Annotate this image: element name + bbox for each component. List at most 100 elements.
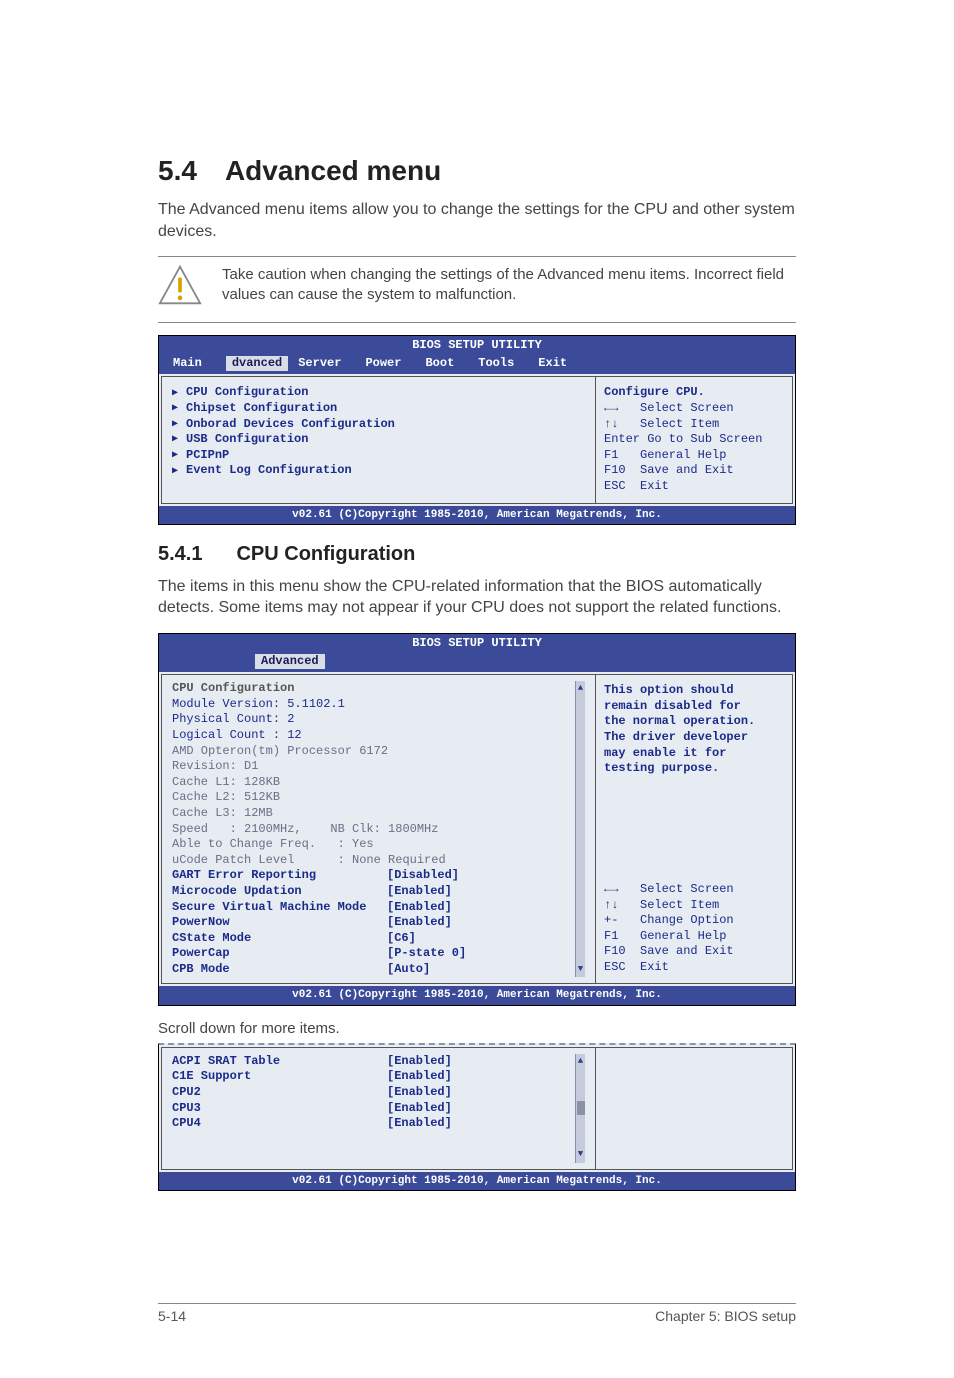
setting-value: [Enabled] xyxy=(387,1054,452,1070)
help-line: the normal operation. xyxy=(604,714,784,730)
menu-item-label: Onborad Devices Configuration xyxy=(186,417,395,433)
menu-item[interactable]: ▶ USB Configuration xyxy=(172,432,585,448)
setting-value: [Enabled] xyxy=(387,884,452,900)
cpu-info-line: Speed : 2100MHz, NB Clk: 1800MHz xyxy=(172,822,575,838)
cpu-info-line: uCode Patch Level : None Required xyxy=(172,853,575,869)
setting-row[interactable]: GART Error Reporting[Disabled] xyxy=(172,868,575,884)
setting-value: [Auto] xyxy=(387,962,430,978)
help-line: This option should xyxy=(604,683,784,699)
nav-key-line: F1 General Help xyxy=(604,448,784,464)
bios-menu-list: ▶ CPU Configuration ▶ Chipset Configuration… xyxy=(161,376,595,503)
tab-main: Main xyxy=(173,356,216,372)
setting-label: GART Error Reporting xyxy=(172,868,387,884)
help-line: remain disabled for xyxy=(604,699,784,715)
caution-text: Take caution when changing the settings … xyxy=(222,263,796,306)
menu-item-label: Event Log Configuration xyxy=(186,463,352,479)
nav-key-line: F1 General Help xyxy=(604,929,784,945)
setting-label: CPU4 xyxy=(172,1116,387,1132)
setting-row[interactable]: ACPI SRAT Table[Enabled] xyxy=(172,1054,575,1070)
setting-label: Microcode Updation xyxy=(172,884,387,900)
bios-footer: v02.61 (C)Copyright 1985-2010, American … xyxy=(159,986,795,1004)
bios-advanced-menu: BIOS SETUP UTILITY MaindvancedServerPowe… xyxy=(158,335,796,525)
help-line: The driver developer xyxy=(604,730,784,746)
scroll-up-icon[interactable]: ▲ xyxy=(578,1056,583,1068)
bios-cpu-panel: CPU ConfigurationModule Version: 5.1102.… xyxy=(161,674,595,984)
tab-tools: Tools xyxy=(478,356,528,372)
setting-value: [Enabled] xyxy=(387,1116,452,1132)
setting-value: [Enabled] xyxy=(387,1085,452,1101)
tab-dvanced: dvanced xyxy=(226,356,288,372)
bios-nav-keys: ←→ Select Screen↑↓ Select Item+- Change … xyxy=(604,882,784,976)
section-number: 5.4 xyxy=(158,155,197,187)
nav-key-line: Enter Go to Sub Screen xyxy=(604,432,784,448)
setting-label: CState Mode xyxy=(172,931,387,947)
cpu-info-line: Revision: D1 xyxy=(172,759,575,775)
caution-note: Take caution when changing the settings … xyxy=(158,256,796,323)
setting-row[interactable]: C1E Support[Enabled] xyxy=(172,1069,575,1085)
menu-item-label: Chipset Configuration xyxy=(186,401,337,417)
subsection-heading: 5.4.1CPU Configuration xyxy=(158,543,796,566)
submenu-icon: ▶ xyxy=(172,387,178,400)
nav-key-line: ESC Exit xyxy=(604,479,784,495)
menu-item-label: USB Configuration xyxy=(186,432,308,448)
scrollbar[interactable]: ▲ ▼ xyxy=(575,1054,585,1163)
nav-key-line: F10 Save and Exit xyxy=(604,463,784,479)
nav-key-line: ←→ Select Screen xyxy=(604,882,784,898)
scroll-down-icon[interactable]: ▼ xyxy=(578,964,583,976)
menu-item[interactable]: ▶ Onborad Devices Configuration xyxy=(172,417,585,433)
help-line: may enable it for xyxy=(604,746,784,762)
setting-value: [Enabled] xyxy=(387,1101,452,1117)
bios-tabs: MaindvancedServerPowerBootToolsExit xyxy=(159,356,795,375)
page-footer: 5-14 Chapter 5: BIOS setup xyxy=(0,1303,954,1324)
setting-row[interactable]: Microcode Updation[Enabled] xyxy=(172,884,575,900)
submenu-icon: ▶ xyxy=(172,402,178,415)
setting-label: CPU2 xyxy=(172,1085,387,1101)
bios-title: BIOS SETUP UTILITY xyxy=(159,634,795,654)
setting-row[interactable]: CState Mode[C6] xyxy=(172,931,575,947)
cpu-info-line: Logical Count : 12 xyxy=(172,728,575,744)
menu-item[interactable]: ▶ CPU Configuration xyxy=(172,385,585,401)
panel-heading: CPU Configuration xyxy=(172,681,575,697)
section-title: Advanced menu xyxy=(225,155,441,186)
submenu-icon: ▶ xyxy=(172,449,178,462)
bios-nav-keys: ←→ Select Screen↑↓ Select ItemEnter Go t… xyxy=(604,401,784,495)
scrollbar[interactable]: ▲ ▼ xyxy=(575,681,585,977)
setting-row[interactable]: PowerNow[Enabled] xyxy=(172,915,575,931)
cpu-info-line: Module Version: 5.1102.1 xyxy=(172,697,575,713)
bios-cpu-config-scrolled: ACPI SRAT Table[Enabled]C1E Support[Enab… xyxy=(158,1043,796,1191)
setting-value: [Enabled] xyxy=(387,915,452,931)
cpu-info-line: Able to Change Freq. : Yes xyxy=(172,837,575,853)
nav-key-line: ESC Exit xyxy=(604,960,784,976)
submenu-icon: ▶ xyxy=(172,465,178,478)
scroll-thumb[interactable] xyxy=(577,1101,585,1115)
menu-item[interactable]: ▶PCIPnP xyxy=(172,448,585,464)
setting-row[interactable]: CPB Mode[Auto] xyxy=(172,962,575,978)
nav-key-line: ←→ Select Screen xyxy=(604,401,784,417)
scroll-down-icon[interactable]: ▼ xyxy=(578,1149,583,1161)
submenu-icon: ▶ xyxy=(172,418,178,431)
setting-value: [P-state 0] xyxy=(387,946,466,962)
scroll-down-note: Scroll down for more items. xyxy=(158,1020,796,1037)
setting-label: PowerNow xyxy=(172,915,387,931)
setting-value: [C6] xyxy=(387,931,416,947)
setting-value: [Disabled] xyxy=(387,868,459,884)
setting-row[interactable]: Secure Virtual Machine Mode[Enabled] xyxy=(172,900,575,916)
setting-label: CPU3 xyxy=(172,1101,387,1117)
setting-label: ACPI SRAT Table xyxy=(172,1054,387,1070)
menu-item[interactable]: ▶ Chipset Configuration xyxy=(172,401,585,417)
subsection-number: 5.4.1 xyxy=(158,543,202,566)
setting-row[interactable]: CPU3[Enabled] xyxy=(172,1101,575,1117)
setting-row[interactable]: PowerCap[P-state 0] xyxy=(172,946,575,962)
menu-item[interactable]: ▶ Event Log Configuration xyxy=(172,463,585,479)
setting-row[interactable]: CPU2[Enabled] xyxy=(172,1085,575,1101)
submenu-icon: ▶ xyxy=(172,433,178,446)
cpu-info-line: AMD Opteron(tm) Processor 6172 xyxy=(172,744,575,760)
cpu-info-line: Physical Count: 2 xyxy=(172,712,575,728)
bios-settings-list: ACPI SRAT Table[Enabled]C1E Support[Enab… xyxy=(161,1047,595,1170)
chapter-label: Chapter 5: BIOS setup xyxy=(655,1308,796,1324)
tab-exit: Exit xyxy=(538,356,581,372)
setting-row[interactable]: CPU4[Enabled] xyxy=(172,1116,575,1132)
menu-item-label: CPU Configuration xyxy=(186,385,308,401)
bios-footer: v02.61 (C)Copyright 1985-2010, American … xyxy=(159,1172,795,1190)
scroll-up-icon[interactable]: ▲ xyxy=(578,683,583,695)
